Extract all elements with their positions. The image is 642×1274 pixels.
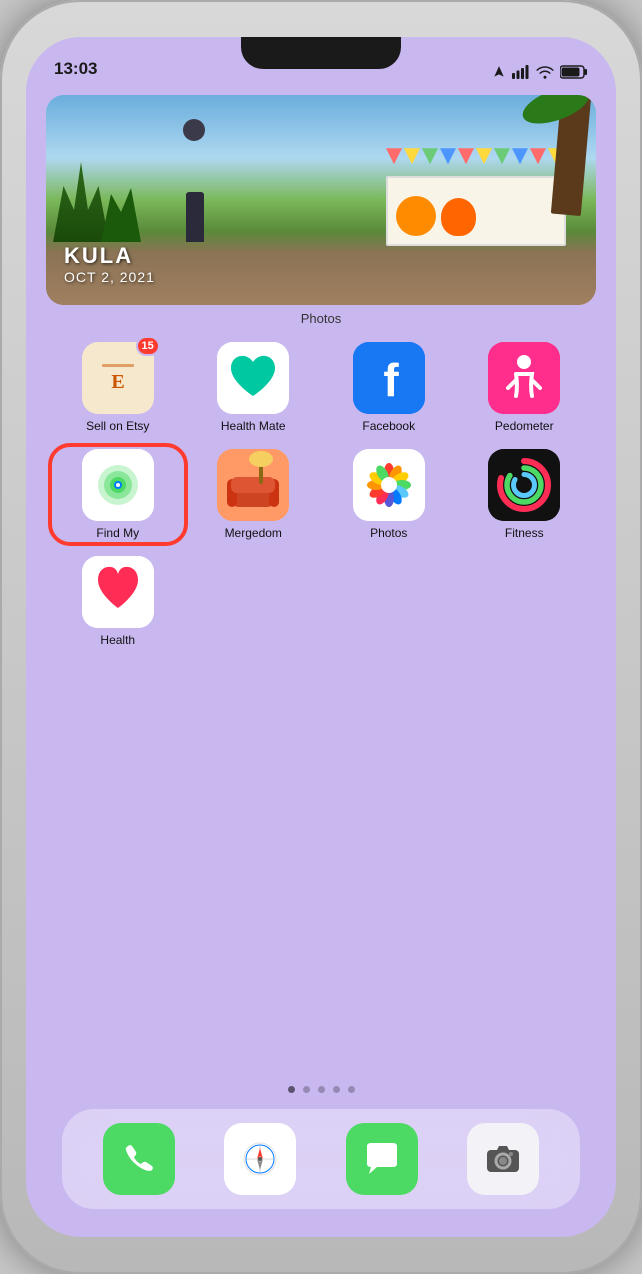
status-icons: [492, 65, 588, 79]
app-health-mate[interactable]: Health Mate: [190, 342, 318, 433]
phone-dock-icon: [103, 1123, 175, 1195]
page-dots: [46, 1086, 596, 1093]
app-facebook[interactable]: f Facebook: [325, 342, 453, 433]
battery-icon: [560, 65, 588, 79]
healthmate-label: Health Mate: [221, 419, 286, 433]
dot-4: [333, 1086, 340, 1093]
app-mergedom[interactable]: Mergedom: [190, 449, 318, 540]
dock-app-messages[interactable]: [325, 1123, 439, 1195]
mergedom-label: Mergedom: [225, 526, 282, 540]
app-sell-on-etsy[interactable]: E 15 Sell on Etsy: [54, 342, 182, 433]
app-fitness[interactable]: Fitness: [461, 449, 589, 540]
status-time: 13:03: [54, 59, 97, 79]
dot-5: [348, 1086, 355, 1093]
pedometer-label: Pedometer: [495, 419, 554, 433]
findmy-highlight-ring: [48, 443, 188, 546]
photos-widget-label: Photos: [46, 311, 596, 326]
health-icon: [82, 556, 154, 628]
app-pedometer[interactable]: Pedometer: [461, 342, 589, 433]
phone-frame: 13:03: [0, 0, 642, 1274]
fitness-icon: [488, 449, 560, 521]
etsy-icon: E 15: [82, 342, 154, 414]
health-label: Health: [100, 633, 135, 647]
etsy-badge: 15: [136, 336, 160, 356]
photo-location: KULA: [64, 243, 155, 269]
svg-text:E: E: [111, 371, 124, 393]
healthmate-icon: [217, 342, 289, 414]
wifi-icon: [536, 65, 554, 79]
mergedom-icon: [217, 449, 289, 521]
home-screen: KULA OCT 2, 2021 Photos E: [26, 85, 616, 1237]
svg-text:f: f: [383, 354, 399, 406]
camera-dock-icon: [467, 1123, 539, 1195]
app-photos[interactable]: Photos: [325, 449, 453, 540]
dot-3: [318, 1086, 325, 1093]
etsy-label: Sell on Etsy: [86, 419, 149, 433]
signal-icon: [512, 65, 530, 79]
messages-dock-icon: [346, 1123, 418, 1195]
fitness-label: Fitness: [505, 526, 544, 540]
facebook-label: Facebook: [362, 419, 415, 433]
location-icon: [492, 65, 506, 79]
dock-app-phone[interactable]: [82, 1123, 196, 1195]
photos-label: Photos: [370, 526, 407, 540]
phone-screen: 13:03: [26, 37, 616, 1237]
facebook-icon: f: [353, 342, 425, 414]
safari-dock-icon: [224, 1123, 296, 1195]
pedometer-icon: [488, 342, 560, 414]
dock-app-camera[interactable]: [447, 1123, 561, 1195]
app-find-my[interactable]: Find My: [54, 449, 182, 540]
photos-icon: [353, 449, 425, 521]
notch: [241, 37, 401, 69]
dot-1: [288, 1086, 295, 1093]
photo-overlay: KULA OCT 2, 2021: [64, 243, 155, 285]
dot-2: [303, 1086, 310, 1093]
app-grid-row3: Health: [46, 556, 596, 647]
photo-date: OCT 2, 2021: [64, 269, 155, 285]
dock-app-safari[interactable]: [204, 1123, 318, 1195]
app-grid-row1: E 15 Sell on Etsy: [46, 342, 596, 433]
app-grid-row2: Find My: [46, 449, 596, 540]
photos-widget[interactable]: KULA OCT 2, 2021: [46, 95, 596, 305]
dock: [62, 1109, 580, 1209]
app-health[interactable]: Health: [54, 556, 182, 647]
